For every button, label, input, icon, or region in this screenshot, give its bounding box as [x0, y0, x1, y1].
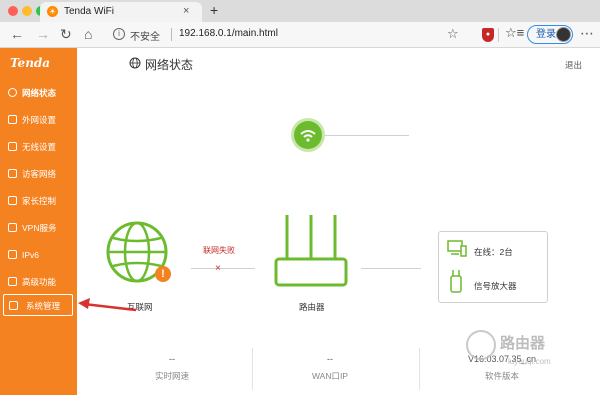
- sidebar-item-label: IPv6: [22, 250, 40, 260]
- ipv6-icon: [8, 250, 17, 259]
- sidebar-item-wan-settings[interactable]: 外网设置: [0, 109, 77, 131]
- router-clients-line: [361, 268, 421, 269]
- stat-value: --: [169, 354, 175, 364]
- sidebar-item-label: 无线设置: [22, 142, 57, 152]
- online-devices-count: 在线：2台: [474, 247, 513, 257]
- parental-icon: [8, 196, 17, 205]
- security-label: 不安全: [130, 32, 160, 43]
- wifi-icon: [300, 130, 316, 142]
- tab-title: Tenda WiFi: [64, 6, 115, 17]
- page-title: 网络状态: [145, 58, 194, 72]
- favorites-icon[interactable]: ☆≡: [505, 25, 524, 41]
- stat-value: --: [327, 354, 333, 364]
- info-icon[interactable]: i: [113, 28, 125, 40]
- fail-icon: ×: [215, 263, 221, 274]
- watermark-logo: [466, 330, 496, 360]
- stat-label: 软件版本: [484, 371, 519, 381]
- sidebar-item-label: 高级功能: [22, 277, 57, 287]
- sidebar-item-network-status[interactable]: 网络状态: [0, 82, 77, 104]
- wifi-status-badge[interactable]: [291, 118, 325, 152]
- window-close-button[interactable]: [8, 6, 18, 16]
- warning-icon: !: [155, 266, 171, 282]
- sidebar-item-vpn[interactable]: VPN服务: [0, 217, 77, 239]
- browser-tab[interactable]: ☀ Tenda WiFi ×: [40, 2, 202, 22]
- sidebar-item-label: VPN服务: [22, 223, 57, 233]
- signal-extender-icon: [450, 270, 462, 293]
- router-icon[interactable]: [273, 213, 349, 291]
- forward-button[interactable]: →: [36, 26, 50, 42]
- reload-button[interactable]: ↻: [60, 26, 72, 43]
- tenda-logo: Tenda: [10, 56, 51, 70]
- wifi-icon: [8, 142, 17, 151]
- stat-realtime-speed: -- 实时网速: [87, 350, 257, 395]
- wan-icon: [8, 115, 17, 124]
- login-label: 登录: [536, 29, 556, 40]
- devices-icon: [447, 240, 467, 257]
- browser-tab-bar: ☀ Tenda WiFi × +: [0, 0, 600, 22]
- logout-link[interactable]: 退出: [565, 59, 582, 71]
- internet-router-line: [191, 268, 255, 269]
- home-button[interactable]: ⌂: [84, 26, 92, 42]
- watermark-url: luyouqi.com: [508, 357, 551, 366]
- sidebar-item-advanced[interactable]: 高级功能: [0, 271, 77, 293]
- sidebar: Tenda 网络状态 外网设置 无线设置 访客网络 家长控制 VPN服务 IPv…: [0, 48, 77, 395]
- stat-label: 实时网速: [154, 371, 189, 381]
- login-button[interactable]: 登录: [527, 25, 573, 44]
- vpn-icon: [8, 223, 17, 232]
- browser-toolbar: ← → ↻ ⌂ i 不安全 192.168.0.1/main.html ☆ ● …: [0, 22, 600, 48]
- tenda-favicon-icon: ☀: [47, 6, 58, 17]
- address-bar[interactable]: i 不安全 192.168.0.1/main.html ☆: [105, 25, 465, 45]
- avatar: [556, 27, 571, 42]
- watermark-text: 路由器: [500, 335, 546, 352]
- back-button[interactable]: ←: [10, 26, 24, 42]
- tab-close-icon[interactable]: ×: [183, 5, 189, 17]
- system-icon: [9, 301, 18, 310]
- bookmark-star-icon[interactable]: ☆: [447, 26, 459, 42]
- new-tab-button[interactable]: +: [210, 2, 218, 18]
- url-text[interactable]: 192.168.0.1/main.html: [179, 28, 278, 39]
- stat-wan-ip: -- WAN口IP: [245, 350, 415, 395]
- stat-firmware-version: V16.03.07.35_cn 软件版本: [417, 350, 587, 395]
- wifi-connector-line: [325, 135, 409, 136]
- router-label: 路由器: [299, 302, 325, 312]
- sidebar-item-label: 家长控制: [22, 196, 57, 206]
- sidebar-item-wireless-settings[interactable]: 无线设置: [0, 136, 77, 158]
- clients-box[interactable]: 在线：2台 信号放大器: [438, 231, 548, 303]
- stat-label: WAN口IP: [311, 371, 349, 381]
- guest-icon: [8, 169, 17, 178]
- extension-shield-icon[interactable]: ●: [482, 28, 494, 42]
- stat-value: V16.03.07.35_cn: [467, 354, 537, 364]
- globe-icon: [129, 57, 141, 69]
- sidebar-item-ipv6[interactable]: IPv6: [0, 244, 77, 266]
- window-minimize-button[interactable]: [22, 6, 32, 16]
- more-menu-icon[interactable]: ⋯: [580, 25, 594, 42]
- sidebar-item-parental-control[interactable]: 家长控制: [0, 190, 77, 212]
- connection-status-label: 联网失败: [203, 246, 235, 255]
- toolbar-separator: [498, 28, 499, 42]
- sidebar-item-guest-network[interactable]: 访客网络: [0, 163, 77, 185]
- globe-icon: [8, 88, 17, 97]
- sidebar-item-system-management[interactable]: 系统管理: [3, 294, 73, 316]
- signal-extender-label: 信号放大器: [474, 281, 517, 291]
- sidebar-item-label: 网络状态: [22, 88, 57, 98]
- advanced-icon: [8, 277, 17, 286]
- annotation-arrow-icon: [78, 298, 137, 312]
- page-header: 网络状态 退出: [77, 48, 600, 80]
- address-separator: [171, 28, 172, 41]
- sidebar-item-label: 访客网络: [22, 169, 57, 179]
- sidebar-item-label: 外网设置: [22, 115, 57, 125]
- sidebar-item-label: 系统管理: [26, 301, 61, 311]
